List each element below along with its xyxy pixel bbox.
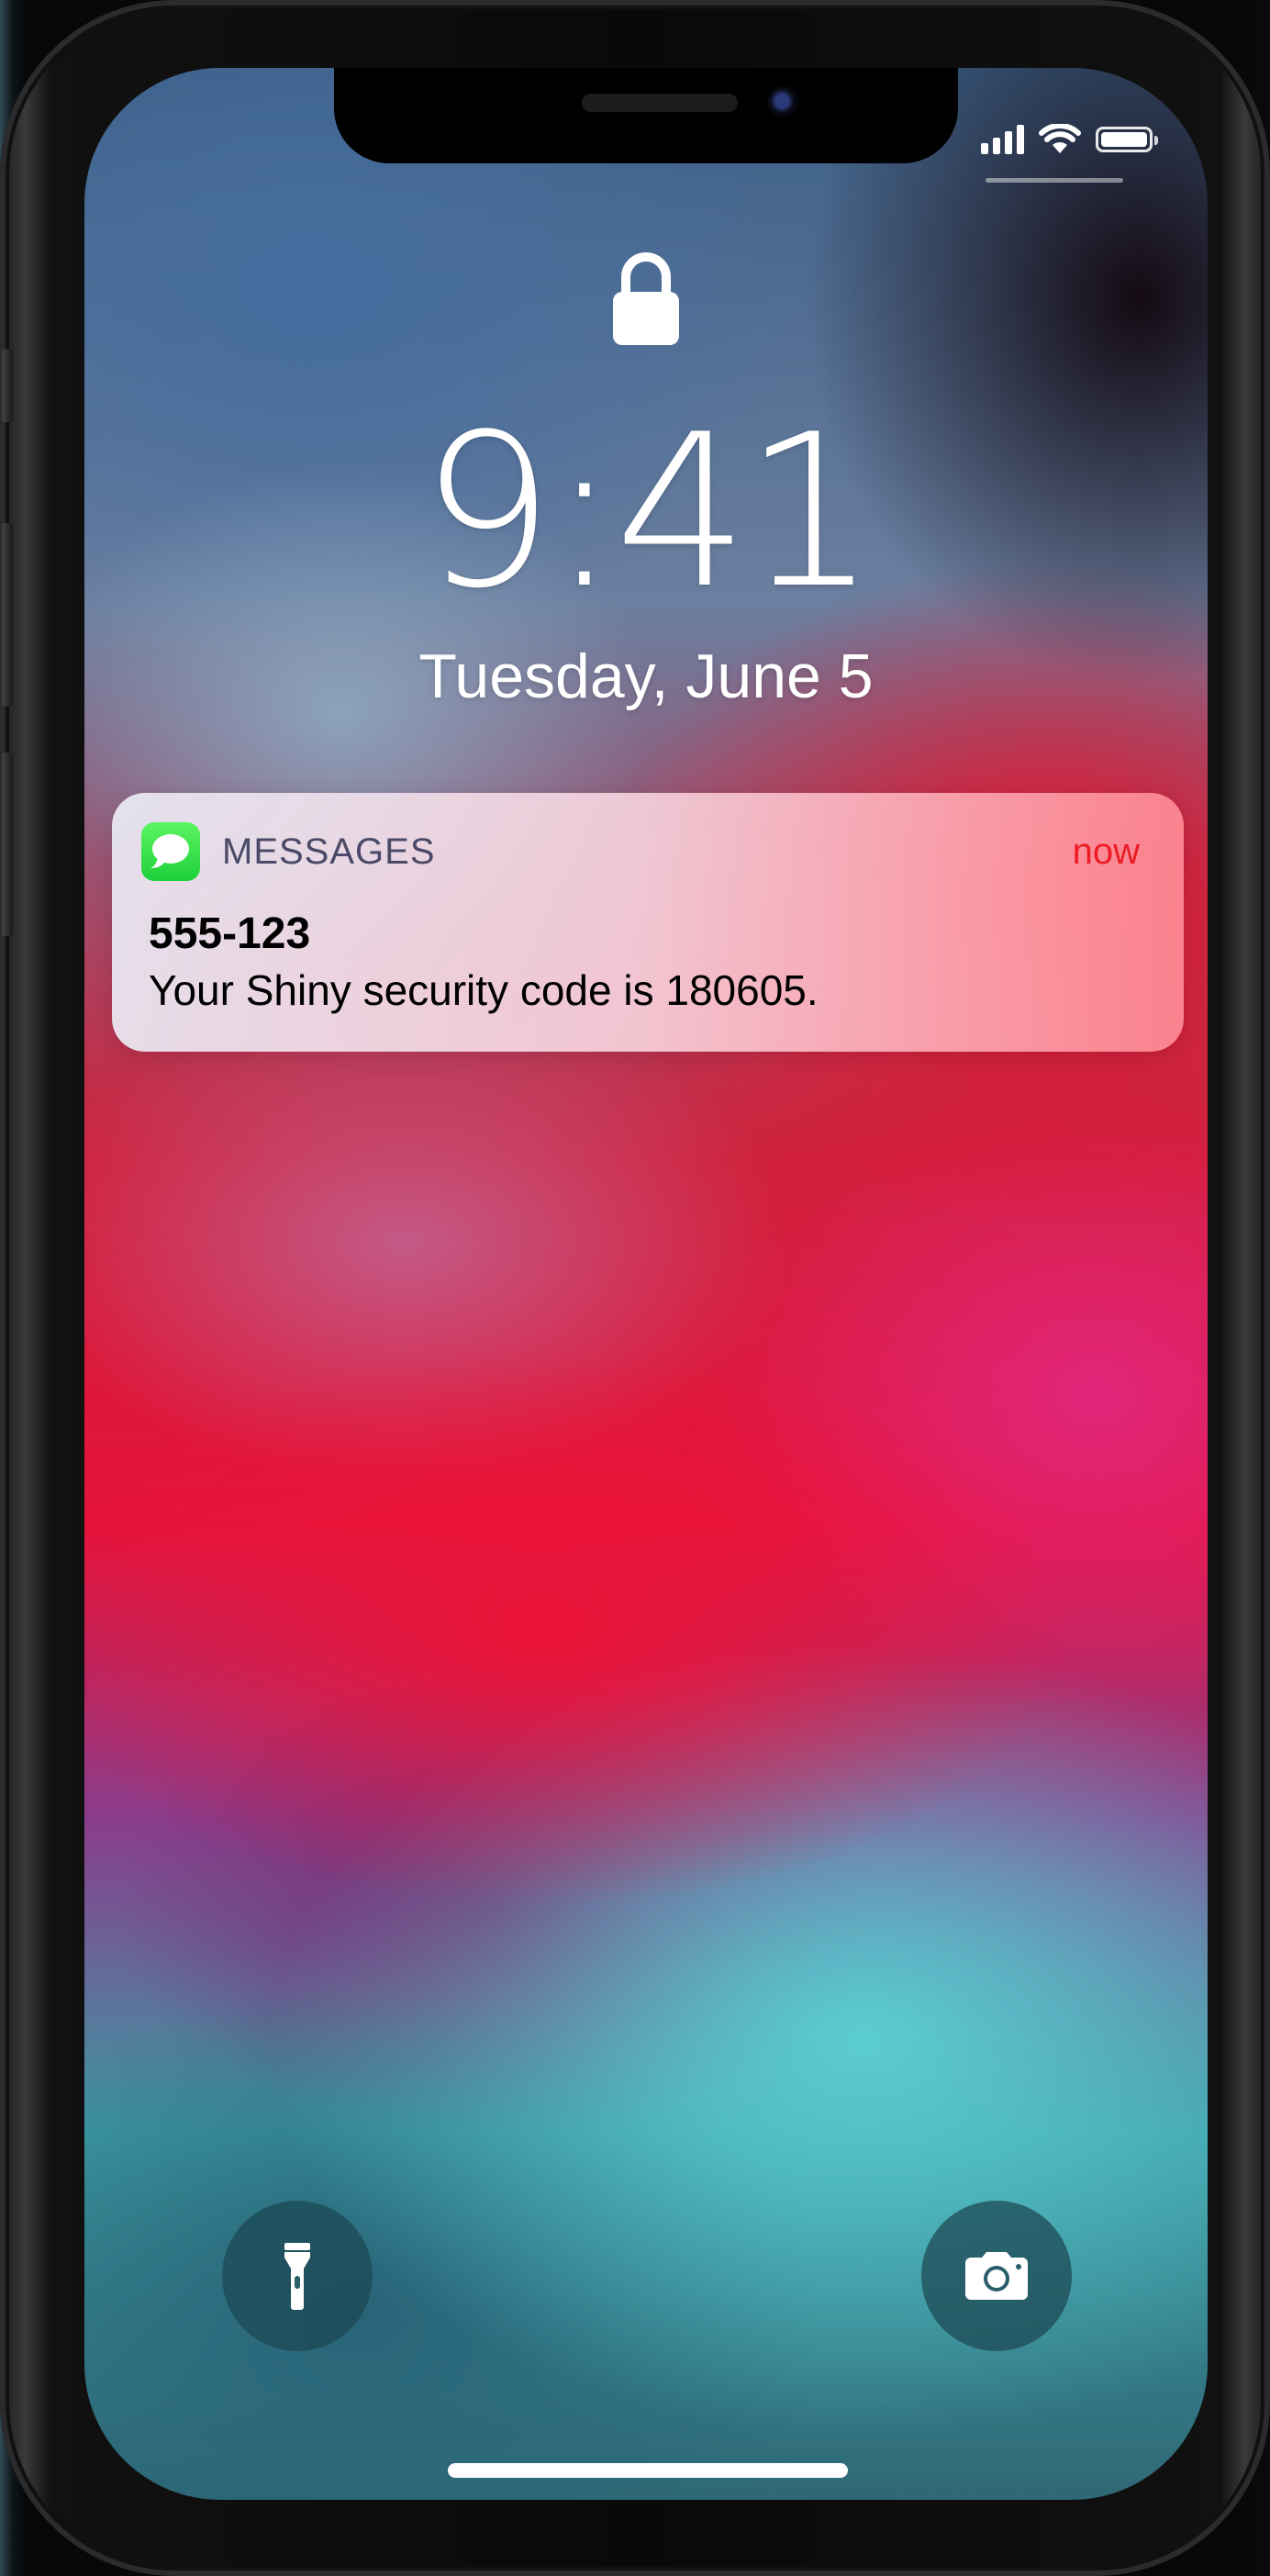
mute-switch [2, 349, 13, 422]
wifi-icon [1039, 124, 1081, 153]
device-frame: 9:41 Tuesday, June 5 MESSAGES now 555-12… [0, 0, 1270, 2576]
camera-icon [965, 2252, 1028, 2300]
flashlight-icon [284, 2243, 310, 2310]
volume-up-button [2, 523, 13, 707]
status-bar [981, 121, 1158, 158]
front-camera [767, 86, 800, 119]
earpiece-speaker [582, 94, 738, 112]
notification-sender: 555-123 [149, 909, 311, 958]
clock-time: 9:41 [419, 390, 878, 635]
battery-icon [1096, 127, 1158, 152]
notification-card[interactable]: MESSAGES now 555-123 Your Shiny security… [112, 793, 1184, 1052]
padlock-icon [613, 252, 679, 345]
volume-down-button [2, 753, 13, 936]
camera-button[interactable] [921, 2201, 1072, 2351]
notch [334, 68, 958, 163]
battery-level [1101, 132, 1147, 147]
cellular-signal-icon [981, 125, 1024, 154]
notification-timestamp: now [1072, 831, 1140, 872]
notification-message: Your Shiny security code is 180605. [149, 966, 819, 1014]
messages-app-icon [141, 822, 200, 881]
clock-date: Tuesday, June 5 [418, 641, 874, 711]
notification-app-name: MESSAGES [222, 831, 436, 872]
flashlight-button[interactable] [222, 2201, 373, 2351]
control-center-indicator[interactable] [986, 178, 1123, 183]
lock-screen: 9:41 Tuesday, June 5 MESSAGES now 555-12… [84, 68, 1208, 2500]
home-indicator[interactable] [448, 2463, 848, 2478]
